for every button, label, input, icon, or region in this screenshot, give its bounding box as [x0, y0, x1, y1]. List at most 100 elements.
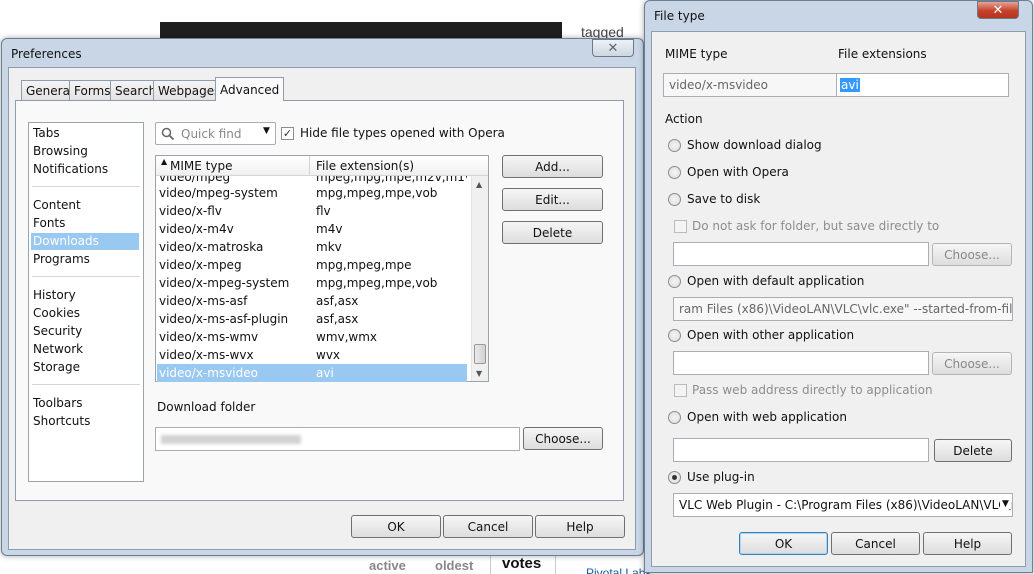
save-disk-radio[interactable] — [668, 193, 681, 206]
sidebar-item-cookies[interactable]: Cookies — [33, 305, 141, 322]
sidebar-item-fonts[interactable]: Fonts — [33, 215, 141, 232]
chevron-down-icon[interactable]: ▼ — [1000, 499, 1011, 509]
table-row[interactable]: video/x-ms-asf-plugin asf,asx — [157, 310, 467, 328]
extension-cell: mkv — [316, 240, 342, 254]
sidebar-item-storage[interactable]: Storage — [33, 359, 141, 376]
web-app-radio[interactable] — [668, 411, 681, 424]
table-row[interactable]: video/x-matroska mkv — [157, 238, 467, 256]
save-disk-label: Save to disk — [687, 192, 761, 206]
file-extensions-field[interactable]: avi — [836, 73, 1009, 97]
sort-tab-active[interactable]: active — [369, 558, 406, 573]
column-header-ext[interactable]: File extension(s) — [316, 159, 414, 173]
extension-cell: m4v — [316, 222, 343, 236]
web-app-field[interactable] — [673, 438, 929, 462]
sidebar-item-network[interactable]: Network — [33, 341, 141, 358]
sidebar-item-programs[interactable]: Programs — [33, 251, 141, 268]
no-ask-checkbox[interactable] — [674, 220, 687, 233]
default-app-field[interactable]: ram Files (x86)\VideoLAN\VLC\vlc.exe" --… — [673, 297, 1013, 321]
ok-button[interactable]: OK — [351, 515, 441, 538]
mime-cell: video/x-flv — [159, 204, 222, 218]
cancel-button[interactable]: Cancel — [443, 515, 533, 538]
extension-cell: avi — [316, 366, 334, 380]
tab-forms[interactable]: Forms — [69, 80, 116, 100]
file-extensions-value: avi — [840, 78, 860, 92]
plugin-label: Use plug-in — [687, 470, 755, 484]
choose-app-button[interactable]: Choose... — [932, 352, 1012, 375]
tab-advanced[interactable]: Advanced — [215, 77, 285, 101]
column-header-mime[interactable]: MIME type — [170, 159, 232, 173]
delete-button[interactable]: Delete — [502, 221, 603, 244]
edit-button[interactable]: Edit... — [502, 188, 603, 211]
scrollbar-thumb[interactable] — [474, 344, 486, 364]
default-app-radio[interactable] — [668, 275, 681, 288]
chevron-down-icon[interactable]: ▼ — [263, 126, 270, 136]
table-row[interactable]: video/x-ms-asf asf,asx — [157, 292, 467, 310]
mime-cell: video/x-ms-wvx — [159, 348, 254, 362]
sidebar-item-shortcuts[interactable]: Shortcuts — [33, 413, 141, 430]
table-row[interactable]: video/x-mpeg mpg,mpeg,mpe — [157, 256, 467, 274]
list-scrollbar[interactable]: ▲ ▼ — [471, 176, 488, 381]
sort-asc-icon: ▲ — [161, 157, 168, 166]
sidebar-divider — [32, 384, 140, 385]
table-row[interactable]: video/x-msvideo avi — [157, 364, 467, 382]
download-folder-label: Download folder — [157, 400, 256, 414]
table-row[interactable]: video/x-ms-wmv wmv,wmx — [157, 328, 467, 346]
save-folder-field[interactable] — [673, 242, 929, 266]
table-row[interactable]: video/x-ms-wvx wvx — [157, 346, 467, 364]
close-icon[interactable]: ✕ — [977, 1, 1019, 19]
web-app-delete-button[interactable]: Delete — [934, 439, 1012, 462]
sidebar-item-security[interactable]: Security — [33, 323, 141, 340]
pass-web-checkbox[interactable] — [674, 384, 687, 397]
table-row[interactable]: video/x-flv flv — [157, 202, 467, 220]
quick-find-input[interactable]: Quick find ▼ — [155, 122, 276, 145]
extension-cell: asf,asx — [316, 312, 359, 326]
sidebar-item-toolbars[interactable]: Toolbars — [33, 395, 141, 412]
filetype-help-button[interactable]: Help — [923, 532, 1012, 555]
mime-type-field[interactable]: video/x-msvideo — [663, 73, 837, 97]
open-opera-label: Open with Opera — [687, 165, 789, 179]
choose-folder-button[interactable]: Choose... — [523, 427, 603, 450]
filetype-cancel-button[interactable]: Cancel — [831, 532, 920, 555]
scroll-down-icon[interactable]: ▼ — [476, 369, 482, 378]
web-app-label: Open with web application — [687, 410, 847, 424]
other-app-radio[interactable] — [668, 329, 681, 342]
close-icon[interactable]: ✕ — [592, 39, 634, 57]
other-app-field[interactable] — [673, 351, 929, 375]
default-app-label: Open with default application — [687, 274, 865, 288]
search-icon — [161, 127, 175, 141]
mime-cell: video/x-ms-asf — [159, 294, 248, 308]
quick-find-placeholder: Quick find — [181, 127, 242, 141]
hide-types-checkbox[interactable]: ✓ — [281, 127, 294, 140]
sort-tab-votes[interactable]: votes — [502, 555, 541, 572]
sidebar-item-content[interactable]: Content — [33, 197, 141, 214]
column-divider — [309, 156, 310, 176]
choose-save-folder-button[interactable]: Choose... — [932, 243, 1012, 266]
footer-link[interactable]: Pivotal Labs — [586, 566, 651, 574]
extension-cell: mpg,mpeg,mpe,vob — [316, 186, 438, 200]
plugin-select[interactable]: VLC Web Plugin - C:\Program Files (x86)\… — [673, 493, 1013, 517]
filetype-ok-button[interactable]: OK — [739, 532, 828, 555]
show-download-label: Show download dialog — [687, 138, 822, 152]
extension-cell: flv — [316, 204, 331, 218]
mime-cell: video/x-msvideo — [159, 366, 258, 380]
open-opera-radio[interactable] — [668, 166, 681, 179]
table-row[interactable]: video/mpeg-system mpg,mpeg,mpe,vob — [157, 184, 467, 202]
table-row[interactable]: video/x-m4v m4v — [157, 220, 467, 238]
sidebar-item-tabs[interactable]: Tabs — [33, 125, 141, 142]
sidebar-item-browsing[interactable]: Browsing — [33, 143, 141, 160]
sidebar-item-downloads[interactable]: Downloads — [31, 233, 139, 250]
help-button[interactable]: Help — [535, 515, 625, 538]
plugin-select-value: VLC Web Plugin - C:\Program Files (x86)\… — [679, 498, 1012, 512]
sidebar-item-history[interactable]: History — [33, 287, 141, 304]
table-row[interactable]: video/x-mpeg-system mpg,mpeg,mpe,vob — [157, 274, 467, 292]
sidebar-item-notifications[interactable]: Notifications — [33, 161, 141, 178]
sort-tab-oldest[interactable]: oldest — [435, 558, 473, 573]
scroll-up-icon[interactable]: ▲ — [476, 180, 482, 189]
show-download-radio[interactable] — [668, 139, 681, 152]
download-folder-field[interactable] — [155, 427, 520, 451]
extension-cell: wvx — [316, 348, 341, 362]
plugin-radio[interactable] — [668, 471, 681, 484]
add-button[interactable]: Add... — [502, 155, 603, 178]
mime-cell: video/x-ms-asf-plugin — [159, 312, 289, 326]
mime-cell: video/x-mpeg — [159, 258, 242, 272]
